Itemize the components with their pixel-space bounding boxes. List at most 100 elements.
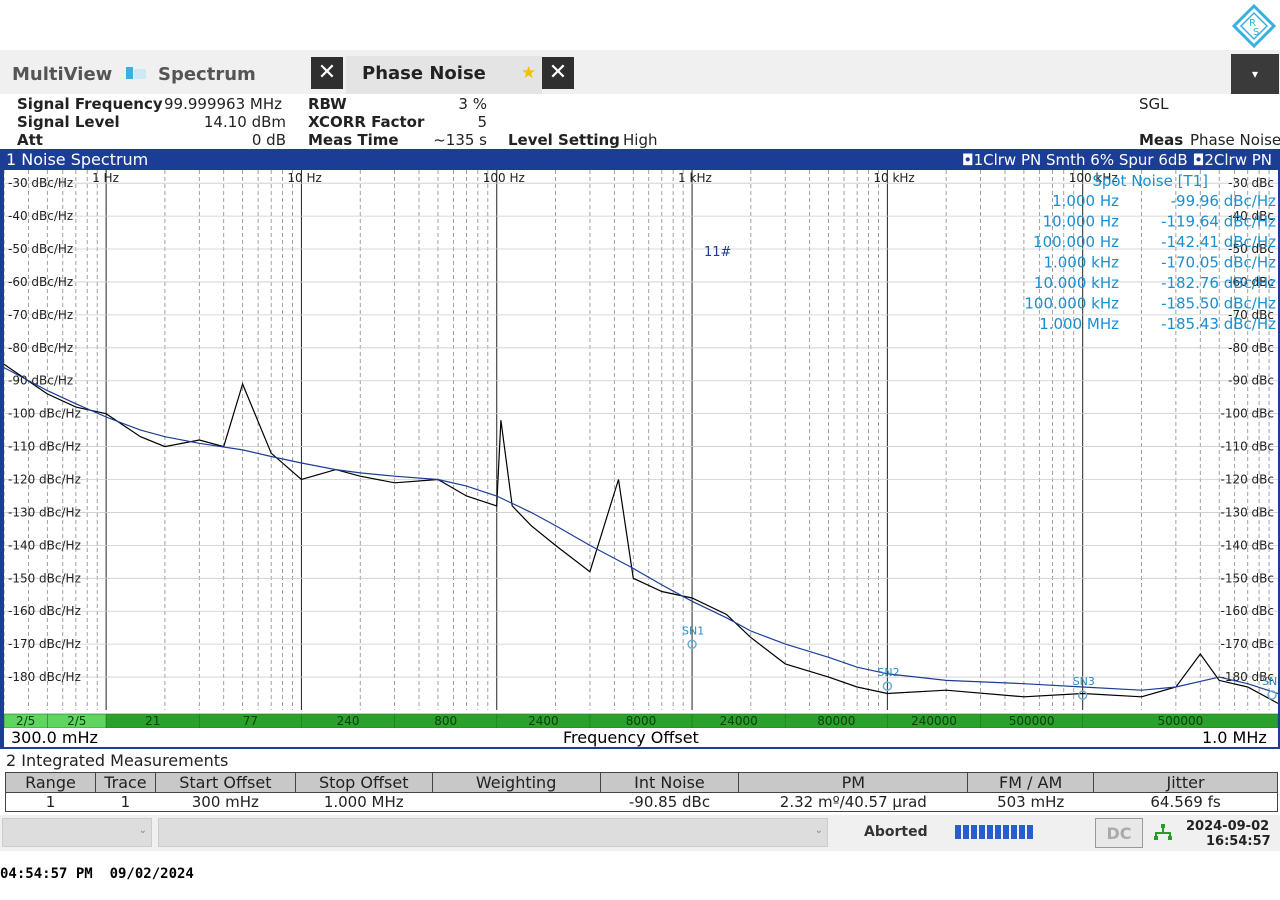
svg-text:S: S <box>1253 27 1259 38</box>
y-tick-label-right: -120 dBc <box>1221 473 1275 487</box>
spot-noise-value: -185.43 dBc/Hz <box>1161 315 1276 333</box>
y-tick-label: -150 dBc/Hz <box>8 571 81 585</box>
y-tick-label: -100 dBc/Hz <box>8 407 81 421</box>
spot-noise-freq: 1.000 MHz <box>1039 315 1119 333</box>
cell-pm: 2.32 mº/40.57 µrad <box>779 793 927 812</box>
xcorr-bar-label: 500000 <box>1009 714 1055 728</box>
xcorr-bar-label: 24000 <box>720 714 758 728</box>
top-bar: R S <box>0 0 1280 50</box>
status-field-1[interactable]: ⌄ <box>2 818 152 847</box>
xcorr-bar-label: 2/5 <box>16 714 35 728</box>
x-tick-label: 10 kHz <box>873 171 914 185</box>
x-tick-label: 1 Hz <box>92 171 119 185</box>
y-tick-label-right: -100 dBc <box>1221 407 1275 421</box>
meas-time-label: Meas Time <box>308 131 399 149</box>
rbw-value: 3 % <box>458 95 487 113</box>
spot-noise-marker-label: SN2 <box>877 666 899 679</box>
xcorr-bar-label: 240000 <box>911 714 957 728</box>
spot-noise-value: -119.64 dBc/Hz <box>1161 213 1276 231</box>
spot-noise-freq: 1.000 kHz <box>1043 254 1119 272</box>
y-tick-label-right: -170 dBc <box>1221 637 1275 651</box>
xcorr-value: 5 <box>477 113 487 131</box>
table-row: 1 1 300 mHz 1.000 MHz -90.85 dBc 2.32 mº… <box>6 793 1278 812</box>
spectrum-tab-icon <box>126 67 146 79</box>
status-aborted: Aborted <box>864 824 928 840</box>
cell-trace: 1 <box>120 793 131 812</box>
y-tick-label: -120 dBc/Hz <box>8 473 81 487</box>
noise-spectrum-plot[interactable]: 1 Hz 10 Hz 100 Hz 1 kHz 10 kHz 100 kHz-30 dBc… <box>4 170 1278 728</box>
y-tick-label-right: -110 dBc <box>1221 440 1275 454</box>
x-tick-label: 1 kHz <box>678 171 712 185</box>
col-start-offset: Start Offset <box>154 772 296 793</box>
close-spectrum-tab-button[interactable]: ✕ <box>311 57 343 89</box>
xcorr-bar-label: 80000 <box>817 714 855 728</box>
xcorr-bar-label: 77 <box>243 714 258 728</box>
integrated-measurements-table: Range Trace Start Offset Stop Offset Wei… <box>5 772 1278 812</box>
y-tick-label: -50 dBc/Hz <box>8 242 73 256</box>
screenshot-timestamp: 04:54:57 PM 09/02/2024 <box>0 866 194 882</box>
y-tick-label-right: -30 dBc <box>1228 176 1274 190</box>
xcorr-bar-label: 800 <box>434 714 457 728</box>
cell-jitter: 64.569 fs <box>1150 793 1221 812</box>
close-phase-noise-tab-button[interactable]: ✕ <box>542 57 574 89</box>
y-tick-label: -130 dBc/Hz <box>8 505 81 519</box>
meas-time-value: ~135 s <box>433 131 487 149</box>
tab-multiview[interactable]: MultiView <box>12 64 112 85</box>
col-fm-am: FM / AM <box>967 772 1095 793</box>
spot-noise-freq: 100.000 Hz <box>1033 233 1119 251</box>
col-stop-offset: Stop Offset <box>294 772 433 793</box>
col-weighting: Weighting <box>431 772 601 793</box>
y-tick-label: -180 dBc/Hz <box>8 670 81 684</box>
trace-info: ◘1Clrw PN Smth 6% Spur 6dB ◘2Clrw PN <box>962 151 1272 169</box>
col-trace: Trace <box>94 772 156 793</box>
network-icon <box>1154 824 1172 840</box>
y-tick-label: -160 dBc/Hz <box>8 604 81 618</box>
x-tick-label: 100 Hz <box>483 171 525 185</box>
y-tick-label-right: -80 dBc <box>1228 341 1274 355</box>
dc-coupling-button[interactable]: DC <box>1095 818 1143 848</box>
y-tick-label-right: -150 dBc <box>1221 571 1275 585</box>
spot-noise-value: -170.05 dBc/Hz <box>1161 254 1276 272</box>
rbw-label: RBW <box>308 95 347 113</box>
col-jitter: Jitter <box>1093 772 1278 793</box>
rohde-schwarz-logo-icon: R S <box>1232 4 1276 48</box>
status-time: 16:54:57 <box>1206 834 1271 849</box>
tab-spectrum[interactable]: Spectrum <box>158 64 256 85</box>
cell-stop-offset: 1.000 MHz <box>323 793 404 812</box>
spot-noise-value: -182.76 dBc/Hz <box>1161 274 1276 292</box>
menu-dropdown-button[interactable]: ▾ <box>1231 54 1279 94</box>
xcorr-bar-label: 2/5 <box>67 714 86 728</box>
status-field-2[interactable]: ⌄ <box>158 818 828 847</box>
spot-noise-marker-label: SN1 <box>682 624 704 637</box>
signal-level-value: 14.10 dBm <box>203 113 286 131</box>
spot-noise-freq: 100.000 kHz <box>1024 295 1119 313</box>
col-pm: PM <box>738 772 969 793</box>
y-tick-label-right: -140 dBc <box>1221 538 1275 552</box>
cell-int-noise: -90.85 dBc <box>628 793 711 812</box>
spot-noise-value: -142.41 dBc/Hz <box>1161 233 1276 251</box>
signal-frequency-label: Signal Frequency <box>17 95 163 113</box>
progress-indicator-icon <box>955 825 1033 839</box>
spot-noise-freq: 10.000 kHz <box>1034 274 1119 292</box>
trace1-info: 1Clrw PN Smth 6% Spur 6dB <box>973 151 1188 169</box>
meas-value: Phase Noise <box>1190 131 1280 149</box>
col-range: Range <box>5 772 96 793</box>
y-tick-label: -90 dBc/Hz <box>8 374 73 388</box>
chevron-down-icon: ⌄ <box>138 825 147 836</box>
xcorr-bar-label: 500000 <box>1157 714 1203 728</box>
xcorr-bar-label: 8000 <box>626 714 657 728</box>
y-tick-label: -60 dBc/Hz <box>8 275 73 289</box>
y-tick-label: -40 dBc/Hz <box>8 209 73 223</box>
y-tick-label: -140 dBc/Hz <box>8 538 81 552</box>
spot-noise-freq: 10.000 Hz <box>1043 213 1120 231</box>
y-tick-label: -30 dBc/Hz <box>8 176 73 190</box>
att-label: Att <box>17 131 43 149</box>
start-frequency: 300.0 mHz <box>11 728 98 747</box>
xcorr-bar-label: 240 <box>337 714 360 728</box>
trace1-icon: ◘ <box>961 151 974 169</box>
cell-range: 1 <box>45 793 56 812</box>
xcorr-bar-label: 2400 <box>528 714 559 728</box>
stop-frequency: 1.0 MHz <box>1202 728 1267 747</box>
table-header-row: Range Trace Start Offset Stop Offset Wei… <box>5 772 1278 793</box>
xcorr-bar-label: 21 <box>145 714 160 728</box>
